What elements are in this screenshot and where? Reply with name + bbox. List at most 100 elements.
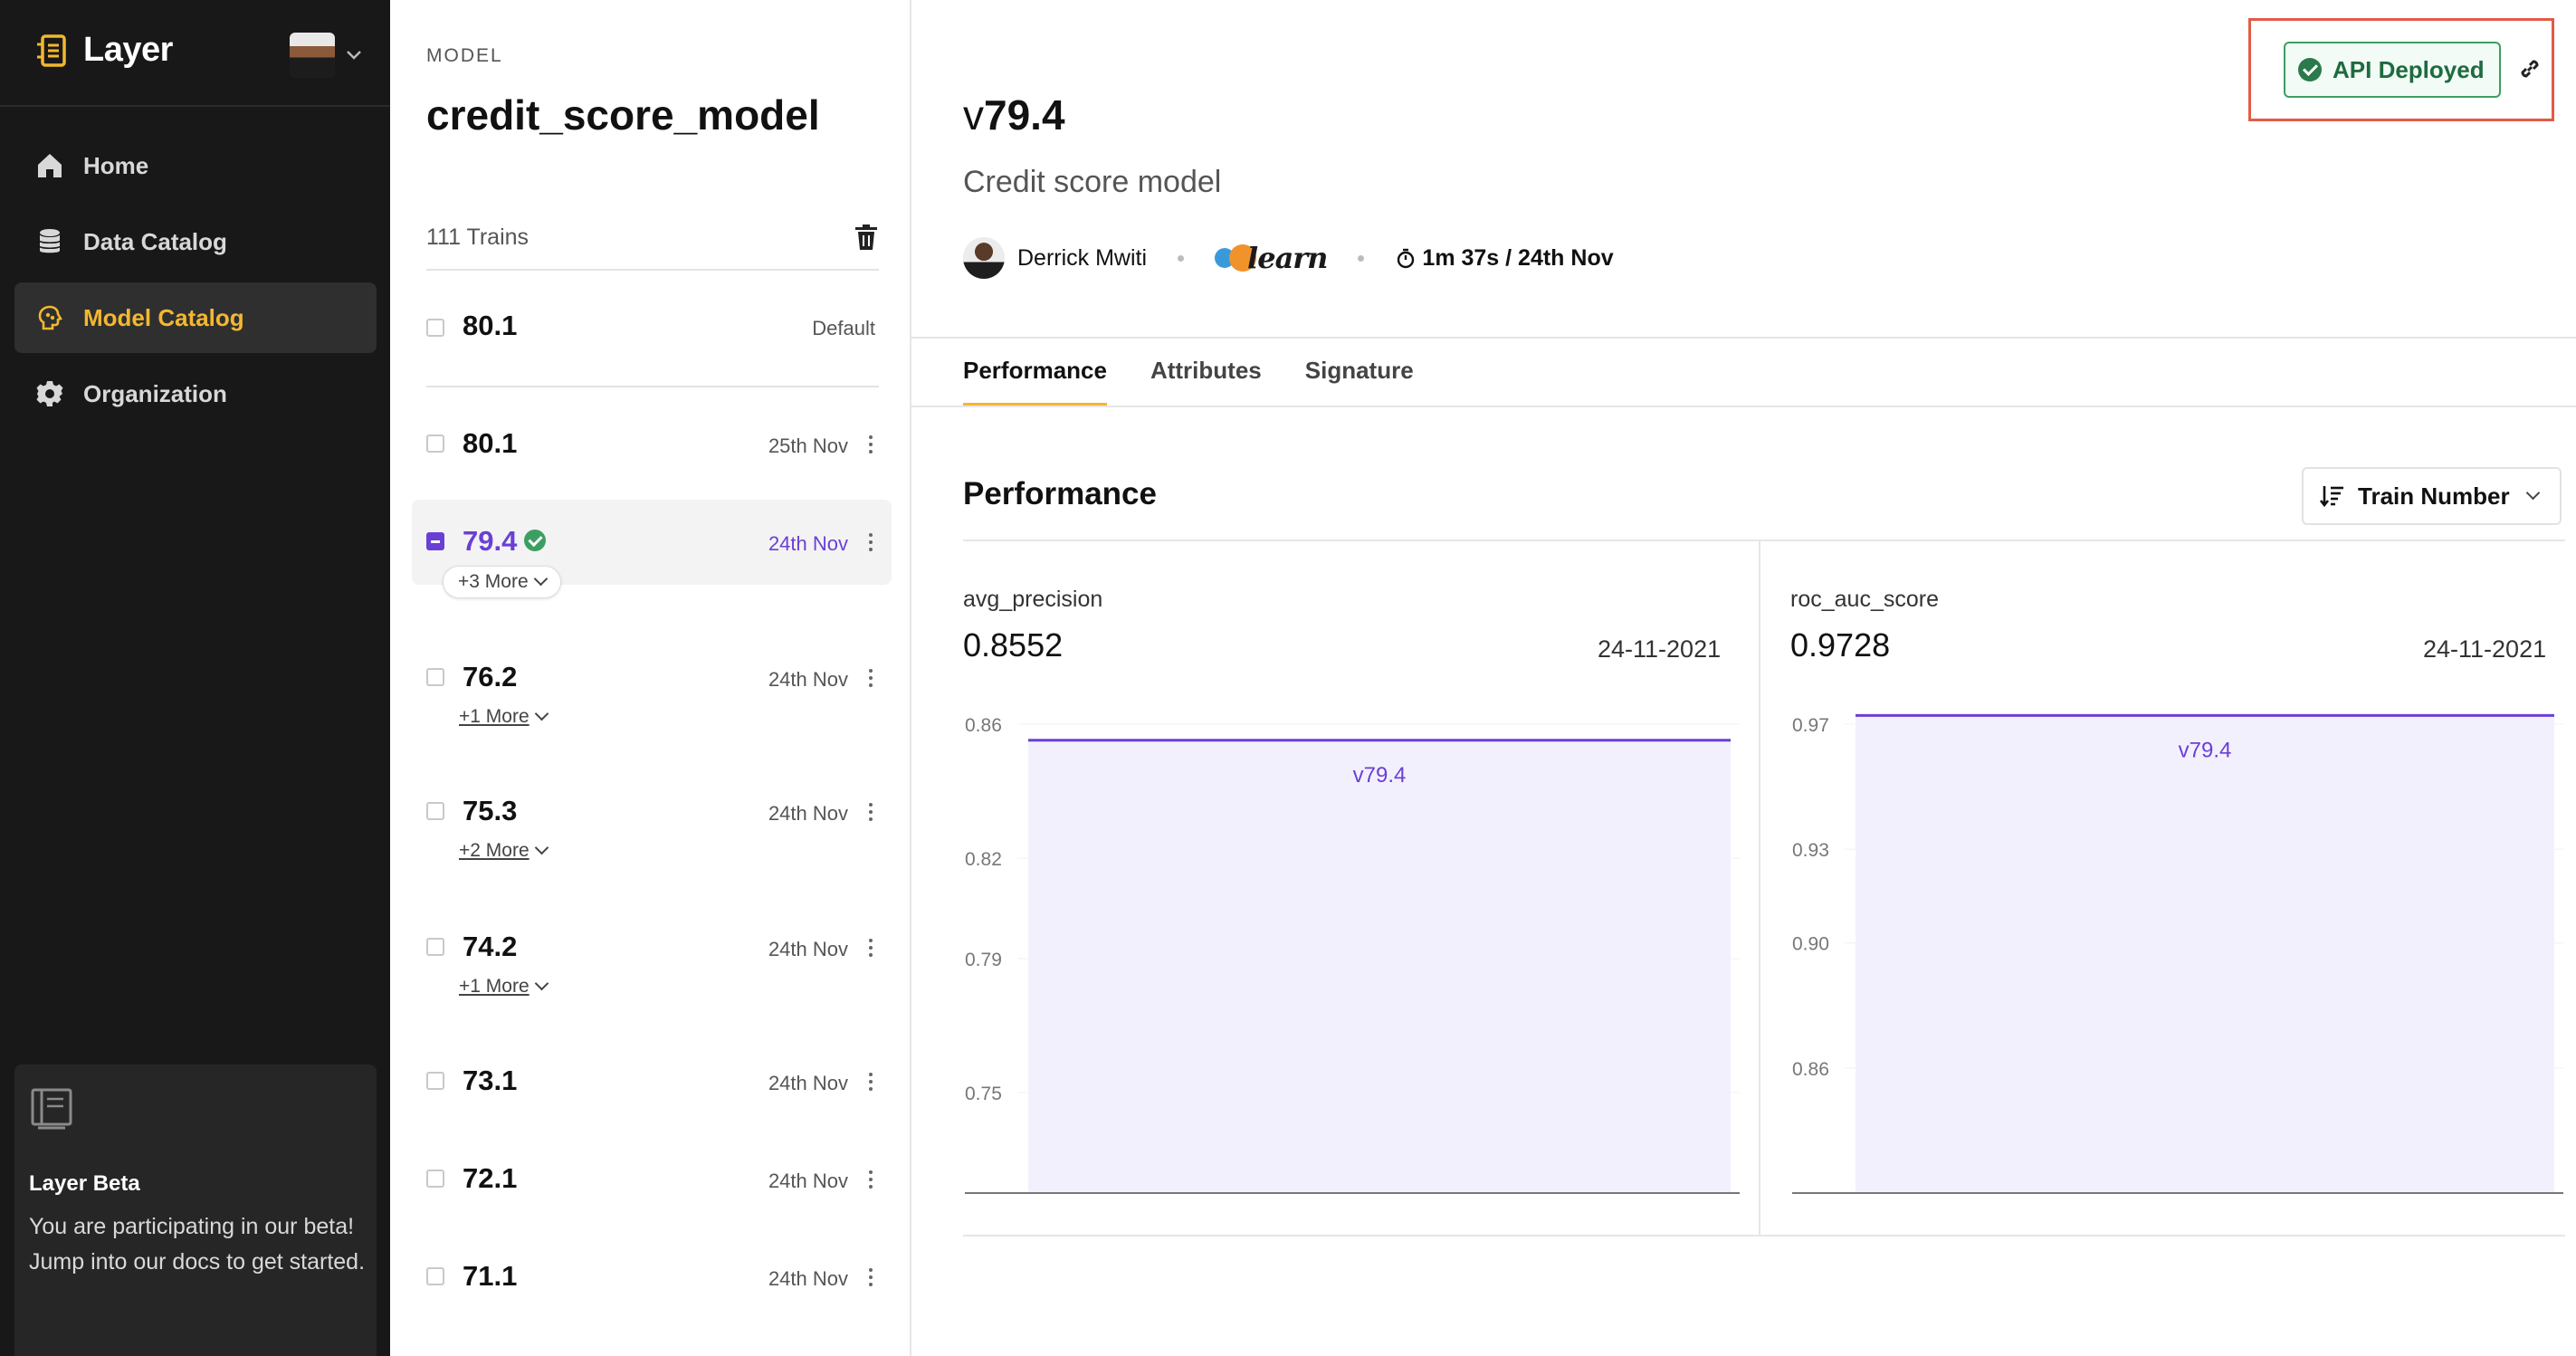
train-date: 24th Nov bbox=[768, 1267, 848, 1290]
sidebar-item-organization[interactable]: Organization bbox=[14, 358, 377, 429]
chevron-down-icon bbox=[533, 571, 548, 587]
train-checkbox[interactable] bbox=[426, 1170, 444, 1188]
sort-button[interactable]: Train Number bbox=[2302, 467, 2562, 525]
sidebar-nav: Home Data Catalog Model Catalog Organiza… bbox=[14, 130, 377, 434]
train-date: 24th Nov bbox=[768, 1170, 848, 1192]
chevron-down-icon bbox=[534, 840, 549, 855]
more-options-icon[interactable] bbox=[866, 530, 875, 555]
train-date: 24th Nov bbox=[768, 668, 848, 691]
brand[interactable]: Layer bbox=[34, 31, 173, 70]
gear-icon bbox=[36, 381, 63, 406]
y-tick-label: 0.93 bbox=[1792, 840, 1829, 861]
divider bbox=[426, 269, 879, 271]
api-deployed-badge[interactable]: API Deployed bbox=[2284, 42, 2501, 98]
main-content: v79.4 Credit score model Derrick Mwiti l… bbox=[911, 0, 2576, 1356]
y-tick-label: 0.97 bbox=[1792, 715, 1829, 736]
sidebar-item-label: Data Catalog bbox=[83, 227, 227, 255]
more-options-icon[interactable] bbox=[866, 1069, 875, 1094]
train-checkbox[interactable] bbox=[426, 532, 444, 550]
chevron-down-icon bbox=[534, 706, 549, 721]
deployed-check-icon bbox=[524, 529, 547, 551]
train-version: 73.1 bbox=[463, 1065, 518, 1096]
sidebar-item-label: Organization bbox=[83, 379, 227, 407]
train-version: 74.2 bbox=[463, 931, 518, 962]
train-version: 71.1 bbox=[463, 1260, 518, 1292]
metric-date: 24-11-2021 bbox=[2423, 635, 2547, 663]
sidebar-item-home[interactable]: Home bbox=[14, 130, 377, 201]
train-checkbox[interactable] bbox=[426, 802, 444, 820]
avg-precision-chart: 0.86 0.82 0.79 0.75 v79.4 bbox=[965, 715, 1740, 1194]
train-row[interactable]: 71.1 24th Nov bbox=[412, 1235, 892, 1320]
chevron-down-icon bbox=[2525, 485, 2540, 500]
chevron-down-icon bbox=[534, 976, 549, 991]
user-menu[interactable] bbox=[290, 33, 362, 78]
database-icon bbox=[39, 229, 61, 253]
more-options-icon[interactable] bbox=[866, 1167, 875, 1192]
train-version: 72.1 bbox=[463, 1162, 518, 1194]
trains-count: 111 Trains bbox=[426, 224, 530, 250]
train-duration: 1m 37s / 24th Nov bbox=[1422, 244, 1614, 271]
more-tags-button[interactable]: +3 More bbox=[443, 566, 561, 598]
tab-performance[interactable]: Performance bbox=[963, 337, 1107, 407]
check-circle-icon bbox=[2298, 58, 2322, 81]
train-row[interactable]: 73.1 24th Nov bbox=[412, 1039, 892, 1124]
data-label: v79.4 bbox=[2179, 738, 2232, 762]
separator-dot bbox=[1178, 254, 1185, 262]
train-checkbox[interactable] bbox=[426, 938, 444, 956]
more-tags-label: +3 More bbox=[458, 571, 529, 592]
more-options-icon[interactable] bbox=[866, 799, 875, 825]
sort-icon bbox=[2319, 486, 2343, 508]
train-version: 80.1 bbox=[463, 310, 518, 341]
section-label: MODEL bbox=[426, 45, 503, 66]
tab-signature[interactable]: Signature bbox=[1305, 337, 1414, 407]
train-row[interactable]: 72.1 24th Nov bbox=[412, 1137, 892, 1222]
model-description: Credit score model bbox=[963, 165, 1222, 199]
train-checkbox[interactable] bbox=[426, 319, 444, 337]
y-tick-label: 0.79 bbox=[965, 950, 1002, 970]
beta-title: Layer Beta bbox=[29, 1171, 140, 1196]
train-checkbox[interactable] bbox=[426, 1267, 444, 1285]
train-version: 75.3 bbox=[463, 795, 518, 826]
sort-label: Train Number bbox=[2358, 482, 2510, 510]
sidebar-divider bbox=[0, 105, 390, 107]
tab-bar: Performance Attributes Signature bbox=[963, 337, 1414, 407]
more-tags-link[interactable]: +2 More bbox=[459, 840, 549, 862]
sidebar-item-label: Model Catalog bbox=[83, 303, 244, 331]
divider bbox=[911, 406, 2576, 407]
train-checkbox[interactable] bbox=[426, 1072, 444, 1090]
bar bbox=[1028, 740, 1731, 1193]
more-tags-link[interactable]: +1 More bbox=[459, 706, 549, 728]
link-icon[interactable] bbox=[2515, 54, 2544, 83]
sidebar-item-model-catalog[interactable]: Model Catalog bbox=[14, 282, 377, 353]
tab-attributes[interactable]: Attributes bbox=[1150, 337, 1262, 407]
scikit-learn-logo: learn bbox=[1215, 241, 1328, 275]
version-prefix: v bbox=[963, 91, 984, 138]
train-checkbox[interactable] bbox=[426, 668, 444, 686]
train-date: 24th Nov bbox=[768, 532, 848, 555]
version-number: 79.4 bbox=[984, 91, 1065, 138]
more-options-icon[interactable] bbox=[866, 665, 875, 691]
sidebar-item-data-catalog[interactable]: Data Catalog bbox=[14, 206, 377, 277]
separator-dot bbox=[1358, 254, 1365, 262]
more-options-icon[interactable] bbox=[866, 432, 875, 457]
divider bbox=[426, 386, 879, 387]
section-title: Performance bbox=[963, 476, 1157, 511]
more-options-icon[interactable] bbox=[866, 935, 875, 960]
y-tick-label: 0.75 bbox=[965, 1084, 1002, 1104]
docs-icon bbox=[31, 1088, 72, 1130]
metric-value: 0.8552 bbox=[963, 626, 1064, 664]
train-version-number: 79.4 bbox=[463, 525, 518, 557]
beta-card[interactable]: Layer Beta You are participating in our … bbox=[14, 1065, 377, 1356]
stopwatch-icon bbox=[1398, 248, 1415, 269]
train-row[interactable]: 80.1 25th Nov bbox=[412, 402, 892, 487]
more-options-icon[interactable] bbox=[866, 1265, 875, 1290]
y-tick-label: 0.86 bbox=[965, 715, 1002, 736]
more-tags-link[interactable]: +1 More bbox=[459, 976, 549, 998]
metric-date: 24-11-2021 bbox=[1598, 635, 1722, 663]
metric-name: roc_auc_score bbox=[1790, 587, 1939, 612]
train-row-default[interactable]: 80.1 Default bbox=[412, 286, 892, 371]
trash-icon[interactable] bbox=[852, 223, 881, 252]
framework-logo-text: learn bbox=[1247, 241, 1328, 275]
train-checkbox[interactable] bbox=[426, 434, 444, 453]
metric-name: avg_precision bbox=[963, 587, 1103, 612]
